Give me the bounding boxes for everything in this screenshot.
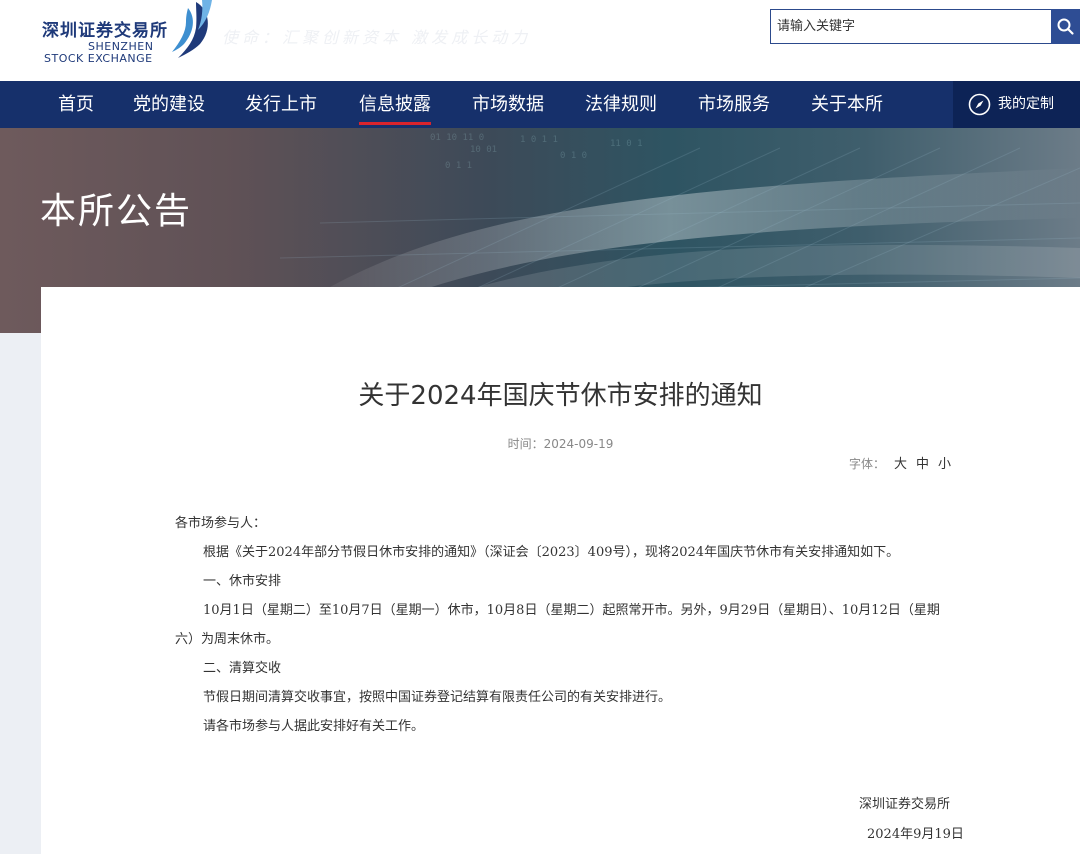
search-icon [1057, 18, 1074, 35]
svg-text:0 1 1: 0 1 1 [445, 161, 472, 171]
logo-chinese-name: 深圳证券交易所 [42, 21, 168, 41]
nav-item-rules[interactable]: 法律规则 [585, 81, 657, 128]
my-custom-button[interactable]: 我的定制 [953, 81, 1080, 128]
slogan-watermark: 使命：汇聚创新资本 激发成长动力 [222, 28, 532, 47]
signature-date: 2024年9月19日 [867, 827, 964, 842]
article-paragraph: 根据《关于2024年部分节假日休市安排的通知》（深证会〔2023〕409号），现… [203, 545, 900, 560]
page: 深圳证券交易所 SHENZHEN STOCK EXCHANGE 使命：汇聚创新资… [0, 0, 1080, 854]
svg-text:10 01: 10 01 [470, 145, 497, 155]
logo-english-line2: STOCK EXCHANGE [44, 52, 153, 65]
signature-organization: 深圳证券交易所 [859, 797, 951, 812]
article-paragraph: 请各市场参与人据此安排好有关工作。 [203, 719, 425, 734]
article-card: 关于2024年国庆节休市安排的通知 时间：2024-09-19 字体： 大中小 各… [41, 287, 1080, 854]
nav-item-home[interactable]: 首页 [58, 81, 94, 128]
font-size-small[interactable]: 小 [938, 453, 951, 472]
article-title: 关于2024年国庆节休市安排的通知 [358, 381, 763, 411]
article-paragraph: 节假日期间清算交收事宜，按照中国证券登记结算有限责任公司的有关安排进行。 [203, 690, 672, 705]
article-section-heading: 一、休市安排 [203, 574, 282, 589]
article-salutation: 各市场参与人： [175, 516, 267, 531]
compass-icon [968, 93, 991, 116]
nav-item-disclosure[interactable]: 信息披露 [359, 81, 431, 128]
svg-text:0 1 0: 0 1 0 [560, 151, 587, 161]
article-section-heading: 二、清算交收 [203, 661, 282, 676]
nav-item-market-data[interactable]: 市场数据 [472, 81, 544, 128]
article-time: 时间：2024-09-19 [507, 437, 614, 451]
my-custom-label: 我的定制 [998, 96, 1054, 112]
font-size-medium[interactable]: 中 [916, 453, 929, 472]
search-input[interactable] [770, 9, 1052, 44]
article-body: 各市场参与人： 根据《关于2024年部分节假日休市安排的通知》（深证会〔2023… [175, 509, 955, 741]
search-button[interactable] [1051, 9, 1080, 44]
nav-item-services[interactable]: 市场服务 [698, 81, 770, 128]
font-size-switcher: 字体： 大中小 [849, 453, 951, 472]
font-size-large[interactable]: 大 [894, 453, 907, 472]
logo-emblem-icon [172, 0, 212, 58]
banner-title: 本所公告 [40, 191, 193, 232]
site-header: 深圳证券交易所 SHENZHEN STOCK EXCHANGE 使命：汇聚创新资… [0, 0, 1080, 81]
nav-item-listing[interactable]: 发行上市 [245, 81, 317, 128]
svg-text:11 0 1: 11 0 1 [610, 139, 643, 149]
article-paragraph: 10月1日（星期二）至10月7日（星期一）休市，10月8日（星期二）起照常开市。… [175, 603, 940, 647]
nav-item-party-building[interactable]: 党的建设 [133, 81, 205, 128]
font-size-label: 字体： [849, 457, 886, 471]
svg-text:01 10 11 0: 01 10 11 0 [430, 133, 484, 143]
nav-item-about[interactable]: 关于本所 [811, 81, 883, 128]
szse-logo[interactable]: 深圳证券交易所 SHENZHEN STOCK EXCHANGE [42, 0, 212, 68]
search-box [770, 9, 1080, 44]
svg-text:1 0 1 1: 1 0 1 1 [520, 135, 558, 145]
main-nav: 首页 党的建设 发行上市 信息披露 市场数据 法律规则 市场服务 关于本所 我的… [0, 81, 1080, 128]
